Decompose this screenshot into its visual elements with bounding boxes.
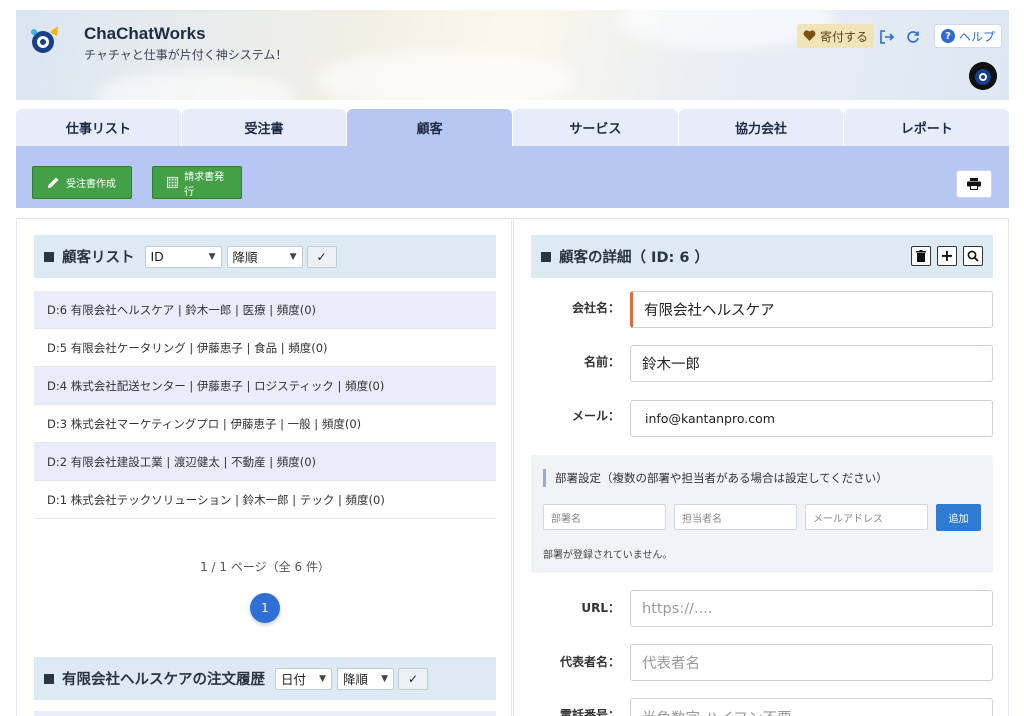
tab-orders[interactable]: 受注書 [181, 109, 347, 146]
department-name-input[interactable]: 部署名 [543, 504, 666, 530]
tab-services[interactable]: サービス [513, 109, 678, 146]
customer-list-header: 顧客リスト ID ▼ 降順 ▼ ✓ [34, 235, 496, 278]
create-order-label: 受注書作成 [66, 179, 116, 190]
history-sort-order-value: 降順 [343, 672, 369, 687]
app-logo-icon [31, 26, 58, 53]
chevron-down-icon: ▼ [319, 673, 326, 684]
printer-icon [967, 178, 981, 190]
customer-row[interactable]: D:6 有限会社ヘルスケア | 鈴木一郎 | 医療 | 頻度(0) [34, 291, 496, 329]
square-bullet-icon [541, 251, 551, 262]
main-tabs: 仕事リスト 受注書 顧客 サービス 協力会社 レポート [16, 109, 1010, 146]
pencil-icon [48, 177, 59, 188]
donate-button[interactable]: 寄付する [797, 24, 875, 48]
search-button[interactable] [963, 246, 983, 266]
check-icon: ✓ [316, 249, 327, 264]
company-label: 会社名： [571, 301, 620, 315]
customer-detail-title: 顧客の詳細（ ID: 6 ） [559, 250, 709, 266]
phone-input[interactable]: 半角数字 ハイフン不要 [630, 698, 993, 716]
customer-detail-header: 顧客の詳細（ ID: 6 ） + [531, 235, 993, 278]
sort-order-value: 降順 [232, 250, 258, 265]
name-label: 名前： [583, 355, 620, 369]
app-subtitle: チャチャと仕事が片付く神システム！ [84, 48, 288, 62]
help-button[interactable]: ? ヘルプ [934, 24, 1003, 48]
chevron-down-icon: ▼ [208, 251, 216, 262]
customer-detail-panel: 顧客の詳細（ ID: 6 ） + 会社名： 有限会社ヘルスケア 名前： 鈴木一郎… [513, 218, 1009, 716]
history-apply-sort-button[interactable]: ✓ [398, 667, 428, 690]
history-sort-field-select[interactable]: 日付 ▼ [275, 667, 332, 690]
issue-invoice-label: 請求書発行 [184, 171, 225, 198]
sort-order-select[interactable]: 降順 ▼ [226, 245, 303, 268]
chevron-down-icon: ▼ [381, 673, 388, 684]
grid-icon [167, 176, 179, 189]
history-sort-order-select[interactable]: 降順 ▼ [337, 667, 394, 690]
sort-field-value: ID [150, 249, 164, 264]
apply-sort-button[interactable]: ✓ [306, 245, 337, 268]
representative-input[interactable]: 代表者名 [630, 644, 993, 681]
action-toolbar: 受注書作成 請求書発行 [16, 146, 1009, 208]
pagination-info: 1 / 1 ページ（全 6 件） [200, 560, 330, 574]
history-sort-field-value: 日付 [281, 672, 307, 687]
square-bullet-icon [44, 251, 54, 262]
app-header: ChaChatWorks チャチャと仕事が片付く神システム！ 寄付する ? ヘル… [16, 10, 1009, 100]
help-label: ヘルプ [959, 29, 996, 44]
url-input[interactable]: https://.... [630, 590, 993, 627]
email-label: メール： [571, 409, 620, 423]
plus-icon: + [940, 246, 954, 265]
logout-icon[interactable] [877, 27, 897, 47]
question-icon: ? [941, 29, 955, 43]
app-title: ChaChatWorks [84, 24, 206, 43]
department-empty-message: 部署が登録されていません。 [543, 550, 673, 561]
department-settings: 部署設定（複数の部署や担当者がある場合は設定してください） 部署名 担当者名 メ… [531, 455, 993, 573]
tab-customers[interactable]: 顧客 [347, 109, 513, 146]
check-icon: ✓ [407, 671, 419, 686]
company-name-input[interactable]: 有限会社ヘルスケア [630, 291, 993, 328]
donate-label: 寄付する [820, 29, 869, 44]
user-avatar[interactable] [969, 62, 997, 90]
refresh-icon[interactable] [903, 27, 923, 47]
department-email-input[interactable]: メールアドレス [805, 504, 928, 530]
customer-list-panel: 顧客リスト ID ▼ 降順 ▼ ✓ D:6 有限会社ヘルスケア | 鈴木一郎 |… [16, 218, 512, 716]
add-department-button[interactable]: 追加 [936, 504, 981, 531]
contact-name-input[interactable]: 鈴木一郎 [630, 345, 993, 382]
add-button[interactable]: + [937, 246, 957, 266]
tab-reports[interactable]: レポート [844, 109, 1010, 146]
customer-row[interactable]: D:1 株式会社テックソリューション | 鈴木一郎 | テック | 頻度(0) [34, 481, 496, 519]
url-label: URL： [581, 601, 620, 615]
customer-row[interactable]: D:4 株式会社配送センター | 伊藤恵子 | ロジスティック | 頻度(0) [34, 367, 496, 405]
email-input[interactable]: info@kantanpro.com [630, 400, 993, 437]
heart-icon [803, 30, 816, 41]
page-button-1[interactable]: 1 [250, 593, 280, 623]
customer-list-title: 顧客リスト [62, 250, 135, 266]
issue-invoice-button[interactable]: 請求書発行 [152, 166, 242, 199]
phone-label: 電話番号： [559, 708, 620, 716]
trash-icon [916, 250, 926, 262]
print-button[interactable] [956, 170, 992, 198]
sort-field-select[interactable]: ID ▼ [144, 245, 222, 268]
customer-row[interactable]: D:3 株式会社マーケティングプロ | 伊藤恵子 | 一般 | 頻度(0) [34, 405, 496, 443]
order-history-header: 有限会社ヘルスケアの注文履歴 日付 ▼ 降順 ▼ ✓ [34, 657, 496, 700]
tab-job-list[interactable]: 仕事リスト [16, 109, 181, 146]
department-person-input[interactable]: 担当者名 [674, 504, 797, 530]
square-bullet-icon [44, 673, 54, 684]
chevron-down-icon: ▼ [289, 251, 297, 262]
tab-partners[interactable]: 協力会社 [678, 109, 844, 146]
search-icon [967, 250, 979, 262]
customer-row[interactable]: D:5 有限会社ケータリング | 伊藤恵子 | 食品 | 頻度(0) [34, 329, 496, 367]
department-settings-title: 部署設定（複数の部署や担当者がある場合は設定してください） [543, 469, 888, 487]
customer-row[interactable]: D:2 有限会社建設工業 | 渡辺健太 | 不動産 | 頻度(0) [34, 443, 496, 481]
representative-label: 代表者名： [559, 655, 620, 669]
order-history-title: 有限会社ヘルスケアの注文履歴 [62, 672, 265, 688]
create-order-button[interactable]: 受注書作成 [32, 166, 132, 199]
delete-button[interactable] [911, 246, 931, 266]
history-row [34, 711, 496, 716]
